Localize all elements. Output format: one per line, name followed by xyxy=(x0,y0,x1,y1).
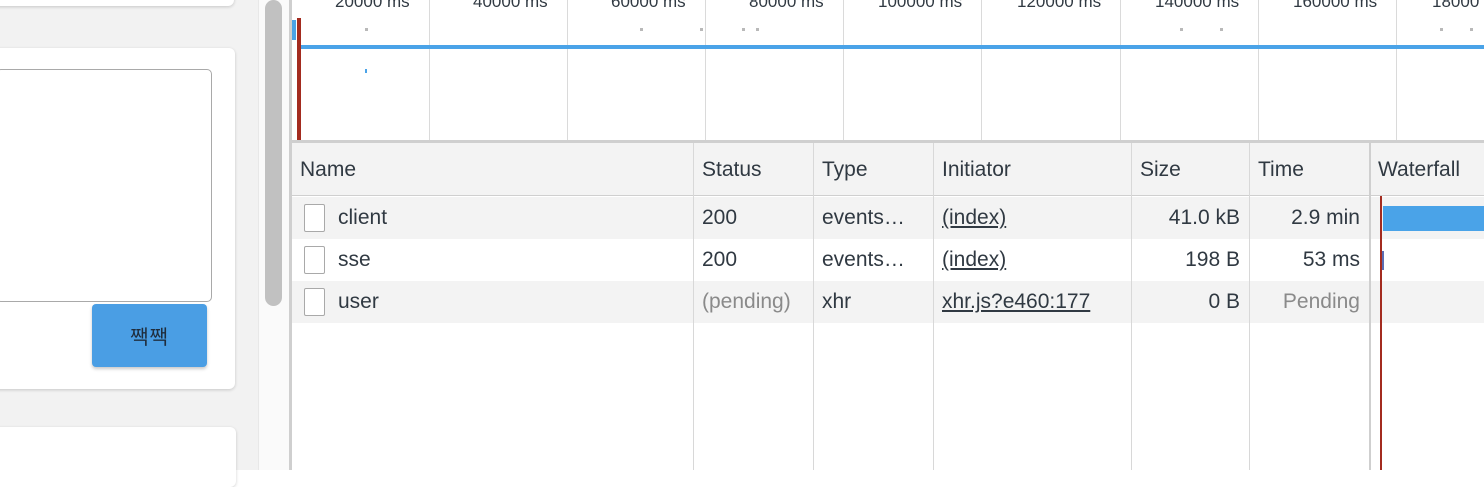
request-status: (pending) xyxy=(702,290,791,313)
request-initiator-link[interactable]: xhr.js?e460:177 xyxy=(942,281,1127,323)
column-separator[interactable] xyxy=(693,143,694,470)
request-type: events… xyxy=(822,248,905,271)
request-time: Pending xyxy=(1282,290,1360,313)
document-icon xyxy=(304,246,325,274)
message-textarea[interactable] xyxy=(0,69,212,302)
overview-time-label: 18000 xyxy=(1432,0,1480,11)
overview-dot xyxy=(1180,28,1183,31)
request-size: 198 B xyxy=(1185,248,1240,271)
waterfall-cell xyxy=(1371,281,1484,323)
column-separator[interactable] xyxy=(933,143,934,470)
overview-dot xyxy=(756,28,759,31)
overview-time-label: 80000 ms xyxy=(749,0,824,11)
request-type: xhr xyxy=(822,290,852,313)
overview-dot xyxy=(742,28,745,31)
column-separator[interactable] xyxy=(813,143,814,470)
overview-gridline xyxy=(981,0,982,140)
overview-gridline xyxy=(705,0,706,140)
request-name[interactable]: user xyxy=(338,281,688,323)
document-icon xyxy=(304,204,325,232)
app-panel: 짹짹 xyxy=(0,0,258,487)
overview-dot xyxy=(700,28,703,31)
overview-dot xyxy=(1220,28,1223,31)
column-header-waterfall[interactable]: Waterfall xyxy=(1370,143,1484,196)
overview-request-mark xyxy=(365,69,367,73)
network-overview[interactable] xyxy=(292,0,1484,140)
requests-table-header: Name Status Type Initiator Size Time Wat… xyxy=(292,143,1484,196)
column-header-time[interactable]: Time xyxy=(1250,143,1369,196)
top-card xyxy=(0,0,234,6)
request-initiator-link[interactable]: (index) xyxy=(942,197,1127,239)
overview-dot xyxy=(640,28,643,31)
request-row-client[interactable]: client 200 events… (index) 41.0 kB 2.9 m… xyxy=(292,197,1369,239)
overview-gridline xyxy=(843,0,844,140)
document-icon xyxy=(304,288,325,316)
overview-dot xyxy=(365,28,368,31)
overview-time-label: 100000 ms xyxy=(878,0,963,11)
page-scrollbar-thumb[interactable] xyxy=(265,0,282,306)
tweet-button[interactable]: 짹짹 xyxy=(92,304,207,367)
request-time: 2.9 min xyxy=(1291,206,1360,229)
request-row-sse[interactable]: sse 200 events… (index) 198 B 53 ms xyxy=(292,239,1369,281)
overview-time-label: 160000 ms xyxy=(1293,0,1378,11)
waterfall-cell xyxy=(1371,239,1484,281)
request-type: events… xyxy=(822,206,905,229)
overview-gridline xyxy=(567,0,568,140)
overview-gridline xyxy=(1396,0,1397,140)
request-initiator-link[interactable]: (index) xyxy=(942,239,1127,281)
column-separator[interactable] xyxy=(1131,143,1132,470)
request-status: 200 xyxy=(702,248,738,271)
column-header-name[interactable]: Name xyxy=(292,143,693,196)
request-name[interactable]: sse xyxy=(338,239,688,281)
overview-gridline xyxy=(429,0,430,140)
column-separator[interactable] xyxy=(1369,143,1371,470)
overview-time-label: 140000 ms xyxy=(1155,0,1240,11)
column-header-size[interactable]: Size xyxy=(1132,143,1249,196)
overview-time-label: 120000 ms xyxy=(1017,0,1102,11)
overview-request-bar xyxy=(292,20,296,40)
overview-dot xyxy=(1440,28,1443,31)
overview-time-label: 60000 ms xyxy=(611,0,686,11)
bottom-card xyxy=(0,427,236,487)
waterfall-bar-client[interactable] xyxy=(1383,206,1484,231)
overview-dot xyxy=(1470,28,1473,31)
overview-gridline xyxy=(1120,0,1121,140)
column-header-initiator[interactable]: Initiator xyxy=(934,143,1131,196)
request-name[interactable]: client xyxy=(338,197,688,239)
request-row-user[interactable]: user (pending) xhr xhr.js?e460:177 0 B P… xyxy=(292,281,1369,323)
overview-gridline xyxy=(1258,0,1259,140)
request-time: 53 ms xyxy=(1302,248,1360,271)
request-size: 41.0 kB xyxy=(1168,206,1240,229)
overview-load-marker xyxy=(297,18,301,140)
request-status: 200 xyxy=(702,206,738,229)
request-size: 0 B xyxy=(1208,290,1240,313)
column-separator[interactable] xyxy=(1249,143,1250,470)
overview-time-label: 40000 ms xyxy=(473,0,548,11)
column-header-status[interactable]: Status xyxy=(694,143,813,196)
overview-timeline-bar xyxy=(300,45,1484,49)
overview-time-label: 20000 ms xyxy=(335,0,410,11)
column-header-type[interactable]: Type xyxy=(814,143,933,196)
waterfall-load-marker xyxy=(1380,196,1382,470)
